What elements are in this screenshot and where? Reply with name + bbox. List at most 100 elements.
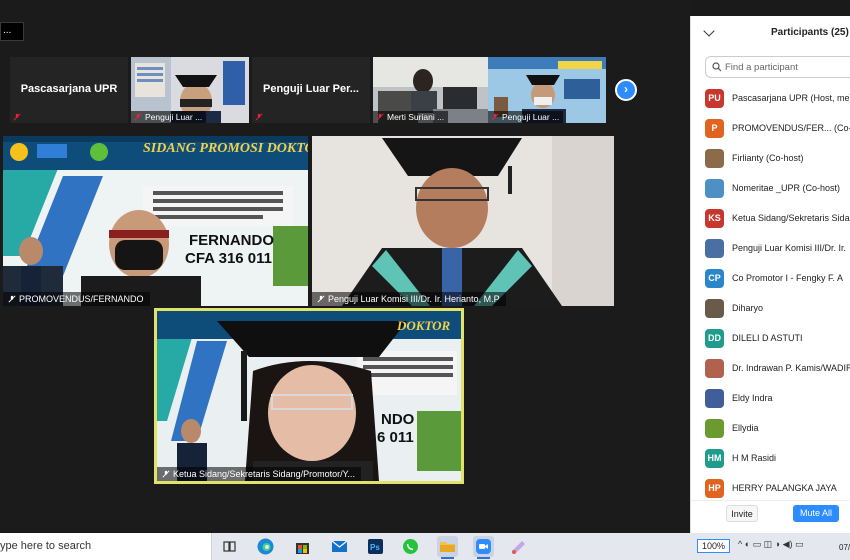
microsoft-store-icon[interactable] — [292, 536, 313, 557]
avatar: PU — [705, 89, 724, 108]
strip-tile-name: Pascasarjana UPR — [20, 83, 118, 95]
participant-name: DILELI D ASTUTI — [732, 333, 803, 343]
participant-name: PROMOVENDUS/FER... (Co-host) — [732, 123, 850, 133]
avatar: KS — [705, 209, 724, 228]
mic-off-icon — [317, 295, 325, 303]
tile-name-label: Ketua Sidang/Sekretaris Sidang/Promotor/… — [157, 467, 361, 481]
video-filmstrip: Pascasarjana UPR Penguji Luar ... Penguj… — [10, 57, 610, 123]
participants-panel-footer: Invite Mute All — [691, 500, 850, 533]
participant-row[interactable]: PU Pascasarjana UPR (Host, me) — [691, 86, 850, 116]
strip-tile-name: Penguji Luar Per... — [263, 83, 359, 95]
participant-name: Nomeritae _UPR (Co-host) — [732, 183, 841, 193]
strip-tile-caption: Penguji Luar ... — [131, 111, 207, 123]
participant-row[interactable]: Eldy Indra — [691, 386, 850, 416]
photoshop-icon[interactable]: Ps — [365, 536, 386, 557]
participant-row[interactable]: HM H M Rasidi — [691, 446, 850, 476]
strip-tile-5[interactable]: Penguji Luar ... — [488, 57, 606, 123]
participant-row[interactable]: Diharyo — [691, 296, 850, 326]
participant-name: HERRY PALANGKA JAYA — [732, 483, 837, 493]
participant-name: Ketua Sidang/Sekretaris Sidang — [732, 213, 850, 223]
paint-app-icon[interactable] — [508, 536, 529, 557]
taskbar-zoom-level[interactable]: 100% — [697, 539, 730, 553]
slide-banner-text: DOKTOR — [397, 318, 451, 333]
tile-name-label: Penguji Luar Komisi III/Dr. Ir. Herianto… — [312, 292, 506, 306]
strip-tile-4[interactable]: Merti Suriani ... — [373, 57, 491, 123]
avatar: P — [705, 119, 724, 138]
whatsapp-icon[interactable] — [400, 536, 421, 557]
participant-search[interactable] — [705, 56, 850, 78]
participant-row[interactable]: P PROMOVENDUS/FER... (Co-host) — [691, 116, 850, 146]
filmstrip-next-button[interactable]: › — [615, 79, 637, 101]
video-tile-promovendus[interactable]: SIDANG PROMOSI DOKTOR FERNANDO CFA 316 0… — [3, 136, 308, 306]
participant-row[interactable]: DD DILELI D ASTUTI — [691, 326, 850, 356]
video-tile-penguji-luar[interactable]: Penguji Luar Komisi III/Dr. Ir. Herianto… — [312, 136, 614, 306]
mic-off-icon — [8, 295, 16, 303]
avatar: CP — [705, 269, 724, 288]
participant-row[interactable]: Ellydia — [691, 416, 850, 446]
video-tile-ketua-sidang[interactable]: DOKTOR NDO 6 011 Ketua Sidang/Sekretaris… — [154, 308, 464, 484]
participant-name: Co Promotor I - Fengky F. A — [732, 273, 844, 283]
taskbar-search-box[interactable]: ype here to search — [0, 533, 212, 560]
participants-panel: Participants (25) PU Pascasarjana UPR (Ho… — [690, 16, 850, 533]
slide-code-text: CFA 316 011 — [185, 250, 273, 267]
participant-row[interactable]: Dr. Indrawan P. Kamis/WADIR — [691, 356, 850, 386]
mic-off-icon — [255, 113, 263, 121]
video-feed-image — [157, 311, 461, 481]
avatar — [705, 149, 724, 168]
avatar: DD — [705, 329, 724, 348]
tile-name-text: PROMOVENDUS/FERNANDO — [19, 294, 144, 304]
svg-text:Ps: Ps — [370, 543, 380, 552]
participant-row[interactable]: CP Co Promotor I - Fengky F. A — [691, 266, 850, 296]
strip-tile-2[interactable]: Penguji Luar ... — [131, 57, 249, 123]
mute-all-button[interactable]: Mute All — [793, 505, 839, 522]
avatar — [705, 419, 724, 438]
participant-list: PU Pascasarjana UPR (Host, me) P PROMOVENDU… — [691, 86, 850, 506]
video-feed-image — [3, 136, 308, 306]
participants-panel-header: Participants (25) — [691, 16, 850, 50]
taskbar-search-text: ype here to search — [0, 540, 92, 552]
avatar — [705, 299, 724, 318]
participant-name: Ellydia — [732, 423, 759, 433]
strip-tile-caption: Merti Suriani ... — [373, 111, 449, 123]
participant-row[interactable]: KS Ketua Sidang/Sekretaris Sidang — [691, 206, 850, 236]
taskbar-date: 07/ — [839, 543, 850, 552]
avatar — [705, 239, 724, 258]
avatar — [705, 359, 724, 378]
participants-panel-title: Participants (25) — [771, 27, 849, 38]
slide-name-text: NDO — [381, 411, 415, 428]
windows-taskbar: ype here to search Ps 100% ^ ◐ ▭ ◫ ◑ ◀) … — [0, 533, 850, 560]
participant-name: Eldy Indra — [732, 393, 773, 403]
participant-row[interactable]: Penguji Luar Komisi III/Dr. Ir. — [691, 236, 850, 266]
avatar: HM — [705, 449, 724, 468]
mic-off-icon — [162, 470, 170, 478]
strip-tile-1[interactable]: Pascasarjana UPR — [10, 57, 128, 123]
mail-icon[interactable] — [329, 536, 350, 557]
participant-name: H M Rasidi — [732, 453, 777, 463]
strip-tile-3[interactable]: Penguji Luar Per... — [252, 57, 370, 123]
avatar — [705, 389, 724, 408]
avatar: HP — [705, 479, 724, 498]
participant-row[interactable]: Nomeritae _UPR (Co-host) — [691, 176, 850, 206]
edge-browser-icon[interactable] — [255, 536, 276, 557]
participant-row[interactable]: Firlianty (Co-host) — [691, 146, 850, 176]
system-tray-icons[interactable]: ^ ◐ ▭ ◫ ◑ ◀) ▭ — [738, 539, 804, 550]
task-view-icon[interactable] — [219, 536, 240, 557]
mic-off-icon — [13, 113, 21, 121]
tile-name-text: Penguji Luar Komisi III/Dr. Ir. Herianto… — [328, 294, 500, 304]
file-explorer-icon[interactable] — [437, 536, 458, 559]
participant-search-input[interactable] — [725, 60, 845, 74]
mic-off-icon — [376, 113, 384, 121]
meeting-menu-button[interactable]: ... — [0, 22, 24, 41]
participant-name: Pascasarjana UPR (Host, me) — [732, 93, 850, 103]
zoom-app-icon[interactable] — [473, 536, 494, 559]
strip-tile-caption: Penguji Luar ... — [488, 111, 564, 123]
avatar — [705, 179, 724, 198]
meeting-window: ... Pascasarjana UPR Penguji Luar ... Pe… — [0, 0, 690, 533]
tile-name-label: PROMOVENDUS/FERNANDO — [3, 292, 150, 306]
participant-name: Firlianty (Co-host) — [732, 153, 804, 163]
participant-name: Diharyo — [732, 303, 764, 313]
video-feed-image — [312, 136, 614, 306]
tile-name-text: Ketua Sidang/Sekretaris Sidang/Promotor/… — [173, 469, 355, 479]
mic-off-icon — [491, 113, 499, 121]
invite-button[interactable]: Invite — [726, 505, 758, 522]
